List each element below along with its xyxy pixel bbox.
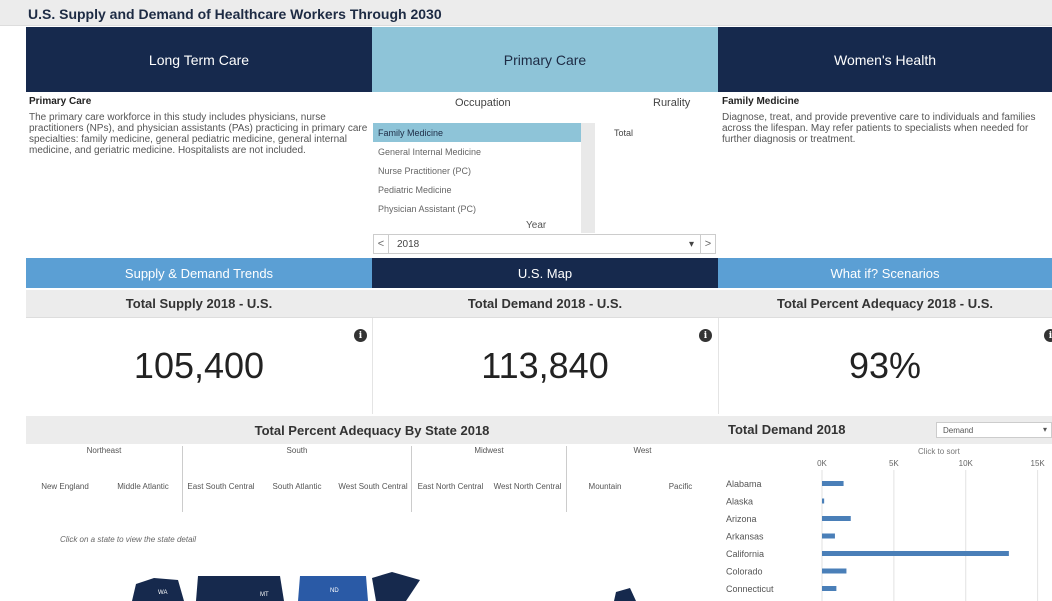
year-select[interactable]: 2018 ▾ <box>389 234 700 254</box>
region-northeast: Northeast <box>86 446 122 455</box>
year-value: 2018 <box>397 238 420 250</box>
state-label-mt: MT <box>260 592 269 598</box>
state-label-wa: WA <box>158 590 167 596</box>
occupation-list[interactable]: Family Medicine General Internal Medicin… <box>373 123 595 233</box>
year-prev-button[interactable]: < <box>373 234 389 254</box>
occupation-heading: Family Medicine <box>722 96 800 107</box>
occupation-option[interactable]: General Internal Medicine <box>373 142 581 161</box>
sort-hint: Click to sort <box>918 447 961 456</box>
state-maine <box>614 588 636 601</box>
demand-bar[interactable] <box>822 481 844 486</box>
division-west-south-central[interactable]: West South Central <box>335 460 411 512</box>
demand-metric-value: 113,840 <box>481 345 609 386</box>
metric-divider <box>718 318 719 414</box>
year-control: < 2018 ▾ > <box>373 234 716 254</box>
state-minnesota <box>372 572 420 601</box>
measure-dropdown[interactable]: Demand ▾ <box>936 422 1052 438</box>
metric-divider <box>372 318 373 414</box>
occupation-option[interactable]: Nurse Practitioner (PC) <box>373 161 581 180</box>
occupation-body: Diagnose, treat, and provide preventive … <box>722 112 1036 145</box>
division-middle-atlantic[interactable]: Middle Atlantic <box>104 460 182 512</box>
description-body: The primary care workforce in this study… <box>29 112 368 156</box>
year-label: Year <box>526 220 547 231</box>
dashboard-title: U.S. Supply and Demand of Healthcare Wor… <box>28 6 442 22</box>
division-new-england[interactable]: New England <box>26 460 104 512</box>
region-south: South <box>286 446 308 455</box>
state-category-label: Colorado <box>726 567 763 577</box>
info-icon[interactable]: i <box>699 329 712 342</box>
rurality-list[interactable]: Total <box>609 123 715 213</box>
state-category-label: California <box>726 549 764 559</box>
demand-metric-label: Total Demand 2018 - U.S. <box>372 290 718 318</box>
demand-bar[interactable] <box>822 586 837 591</box>
demand-bar[interactable] <box>822 516 851 521</box>
tab-primary-care[interactable]: Primary Care <box>372 27 718 92</box>
measure-dropdown-value: Demand <box>943 425 974 435</box>
occupation-option[interactable]: Physician Assistant (PC) <box>373 199 581 218</box>
state-category-label: Alaska <box>726 497 753 507</box>
state-category-label: Alabama <box>726 479 762 489</box>
tab-supply-demand-trends[interactable]: Supply & Demand Trends <box>26 258 372 288</box>
region-west: West <box>633 446 652 455</box>
adequacy-metric-value: 93% <box>848 345 922 386</box>
division-east-south-central[interactable]: East South Central <box>183 460 259 512</box>
map-panel-title: Total Percent Adequacy By State 2018 <box>26 416 718 444</box>
demand-bar-chart[interactable]: Click to sort 0K 5K 10K 15K Alabama Alaska Ari… <box>718 444 1052 601</box>
info-icon[interactable]: i <box>1044 329 1052 342</box>
description-heading: Primary Care <box>29 96 92 107</box>
occupation-option[interactable]: Pediatric Medicine <box>373 180 581 199</box>
chevron-down-icon: ▾ <box>688 238 694 250</box>
division-east-north-central[interactable]: East North Central <box>412 460 489 512</box>
rurality-option[interactable]: Total <box>609 123 715 142</box>
occupation-description: Family Medicine Diagnose, treat, and pro… <box>722 96 1052 145</box>
state-category-label: Arkansas <box>726 532 764 542</box>
x-tick-label: 15K <box>1031 459 1046 468</box>
supply-metric-label: Total Supply 2018 - U.S. <box>26 290 372 318</box>
title-bar: U.S. Supply and Demand of Healthcare Wor… <box>0 0 1052 26</box>
x-tick-label: 0K <box>817 459 827 468</box>
state-label-nd: ND <box>330 588 339 594</box>
state-category-label: Arizona <box>726 514 757 524</box>
info-icon[interactable]: i <box>354 329 367 342</box>
state-montana <box>196 576 284 601</box>
occupation-label: Occupation <box>455 97 511 109</box>
chevron-down-icon: ▾ <box>1042 425 1047 434</box>
map-hint: Click on a state to view the state detai… <box>60 535 197 544</box>
demand-bar[interactable] <box>822 533 835 539</box>
left-margin <box>0 26 26 601</box>
supply-metric-value: 105,400 <box>133 345 265 386</box>
division-west-north-central[interactable]: West North Central <box>489 460 566 512</box>
division-pacific[interactable]: Pacific <box>643 460 718 512</box>
primary-care-description: Primary Care The primary care workforce … <box>29 96 369 156</box>
state-category-label: Connecticut <box>726 584 774 594</box>
division-mountain[interactable]: Mountain <box>567 460 643 512</box>
tab-long-term-care[interactable]: Long Term Care <box>26 27 372 92</box>
x-tick-label: 10K <box>959 459 974 468</box>
tab-what-if-scenarios[interactable]: What if? Scenarios <box>718 258 1052 288</box>
year-next-button[interactable]: > <box>700 234 716 254</box>
tab-us-map[interactable]: U.S. Map <box>372 258 718 288</box>
demand-bar[interactable] <box>822 551 1009 556</box>
tab-womens-health[interactable]: Women's Health <box>718 27 1052 92</box>
bar-panel-title: Total Demand 2018 <box>728 422 846 437</box>
us-state-map[interactable]: WA MT ND <box>120 572 660 601</box>
rurality-label: Rurality <box>653 97 691 109</box>
demand-bar[interactable] <box>822 498 825 504</box>
demand-bar[interactable] <box>822 568 847 574</box>
adequacy-metric-label: Total Percent Adequacy 2018 - U.S. <box>718 290 1052 318</box>
occupation-option[interactable]: Family Medicine <box>373 123 581 142</box>
x-tick-label: 5K <box>889 459 899 468</box>
region-midwest: Midwest <box>474 446 504 455</box>
division-south-atlantic[interactable]: South Atlantic <box>259 460 335 512</box>
